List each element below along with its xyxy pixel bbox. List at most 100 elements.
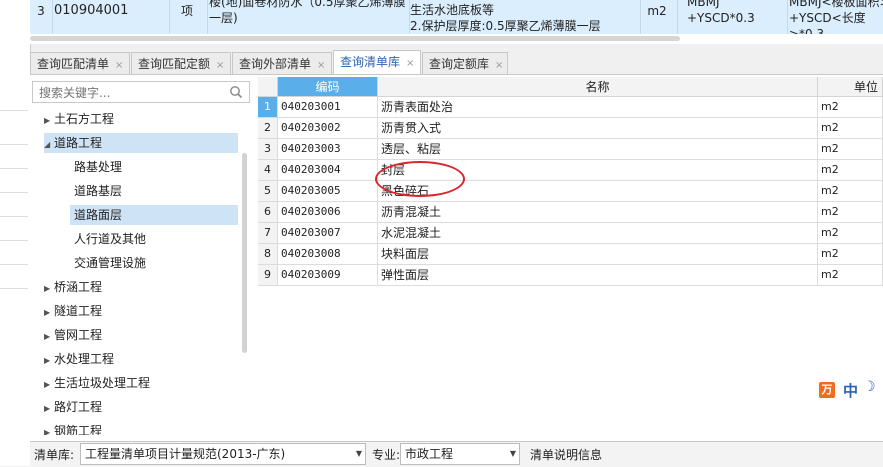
header-code[interactable]: 编码	[278, 77, 378, 97]
tree-node-subgrade[interactable]: 路基处理	[74, 157, 122, 177]
ime-logo-icon[interactable]: 万	[819, 382, 835, 398]
code-cell[interactable]: 040203009	[278, 265, 378, 286]
row-number[interactable]: 1	[258, 97, 278, 118]
tree-node-road[interactable]: ◢ 道路工程	[44, 133, 238, 153]
horizontal-scrollbar[interactable]	[30, 36, 680, 41]
name-cell[interactable]: 透层、粘层	[378, 139, 818, 160]
row-formula-line2: +YSCD*0.3	[687, 11, 755, 25]
tree-node-pipe[interactable]: ▶ 管网工程	[44, 325, 102, 345]
unit-cell[interactable]: m2	[818, 223, 883, 244]
tab-match-bill[interactable]: 查询匹配清单 ×	[30, 52, 130, 74]
search-box[interactable]	[32, 81, 250, 103]
table-row[interactable]: 2 040203002 沥青贯入式 m2	[258, 118, 883, 139]
code-cell[interactable]: 040203006	[278, 202, 378, 223]
table-row[interactable]: 1 040203001 沥青表面处治 m2	[258, 97, 883, 118]
moon-icon[interactable]: ☽	[863, 379, 876, 395]
dropdown-arrow-icon[interactable]: ▼	[510, 444, 516, 464]
tree-node-label: 桥涵工程	[54, 280, 103, 294]
tree-node-rebar[interactable]: ▶ 钢筋工程	[44, 421, 102, 435]
row-number[interactable]: 8	[258, 244, 278, 265]
expand-arrow-icon[interactable]: ▶	[44, 423, 54, 435]
row-number[interactable]: 7	[258, 223, 278, 244]
table-row[interactable]: 9 040203009 弹性面层 m2	[258, 265, 883, 286]
tree-node-label: 道路工程	[54, 136, 103, 150]
row-number[interactable]: 2	[258, 118, 278, 139]
tree-node-surface[interactable]: 道路面层	[70, 205, 238, 225]
name-cell[interactable]: 沥青贯入式	[378, 118, 818, 139]
tree-node-base[interactable]: 道路基层	[74, 181, 122, 201]
unit-cell[interactable]: m2	[818, 97, 883, 118]
row-number[interactable]: 6	[258, 202, 278, 223]
code-cell[interactable]: 040203002	[278, 118, 378, 139]
upper-table-row[interactable]: 3 010904001 项 楼(地)面卷材防水（0.5厚聚乙烯薄膜 一层) 生活…	[30, 0, 883, 34]
name-cell[interactable]: 块料面层	[378, 244, 818, 265]
tree-node-earthwork[interactable]: ▶ 土石方工程	[44, 109, 114, 129]
collapse-arrow-icon[interactable]: ◢	[44, 135, 54, 155]
expand-arrow-icon[interactable]: ▶	[44, 111, 54, 131]
tree-node-bridge[interactable]: ▶ 桥涵工程	[44, 277, 102, 297]
expand-arrow-icon[interactable]: ▶	[44, 351, 54, 371]
dropdown-arrow-icon[interactable]: ▼	[356, 444, 362, 464]
row-feature: 生活水池底板等 2.保护层厚度:0.5厚聚乙烯薄膜一层	[407, 0, 641, 34]
tree-node-traffic[interactable]: 交通管理设施	[74, 253, 146, 273]
search-icon[interactable]	[229, 85, 243, 99]
table-row[interactable]: 7 040203007 水泥混凝土 m2	[258, 223, 883, 244]
table-row[interactable]: 4 040203004 封层 m2	[258, 160, 883, 181]
tab-quota-library[interactable]: 查询定额库 ×	[422, 52, 508, 74]
divider	[0, 110, 28, 111]
unit-cell[interactable]: m2	[818, 202, 883, 223]
table-row[interactable]: 5 040203005 黑色碎石 m2	[258, 181, 883, 202]
name-cell[interactable]: 弹性面层	[378, 265, 818, 286]
row-index: 3	[30, 0, 53, 34]
bill-info-label[interactable]: 清单说明信息	[530, 446, 602, 463]
expand-arrow-icon[interactable]: ▶	[44, 327, 54, 347]
row-number[interactable]: 3	[258, 139, 278, 160]
expand-arrow-icon[interactable]: ▶	[44, 375, 54, 395]
row-number[interactable]: 9	[258, 265, 278, 286]
tab-bar: 查询匹配清单 × 查询匹配定额 × 查询外部清单 × 查询清单库 × 查询定额库 ×	[30, 50, 883, 74]
tree-scrollbar[interactable]	[242, 153, 247, 353]
unit-cell[interactable]: m2	[818, 265, 883, 286]
row-name-line2: 一层)	[209, 11, 238, 25]
code-cell[interactable]: 040203004	[278, 160, 378, 181]
tree-node-waste[interactable]: ▶ 生活垃圾处理工程	[44, 373, 150, 393]
tab-match-quota[interactable]: 查询匹配定额 ×	[131, 52, 231, 74]
header-unit[interactable]: 单位	[818, 77, 883, 97]
table-row[interactable]: 3 040203003 透层、粘层 m2	[258, 139, 883, 160]
search-input[interactable]	[37, 83, 221, 103]
name-cell[interactable]: 水泥混凝土	[378, 223, 818, 244]
expand-arrow-icon[interactable]: ▶	[44, 303, 54, 323]
code-cell[interactable]: 040203001	[278, 97, 378, 118]
code-cell[interactable]: 040203005	[278, 181, 378, 202]
row-number[interactable]: 5	[258, 181, 278, 202]
tree-node-sidewalk[interactable]: 人行道及其他	[74, 229, 146, 249]
close-icon[interactable]: ×	[406, 53, 414, 75]
code-cell[interactable]: 040203008	[278, 244, 378, 265]
code-cell[interactable]: 040203007	[278, 223, 378, 244]
code-cell[interactable]: 040203003	[278, 139, 378, 160]
library-select[interactable]: 工程量清单项目计量规范(2013-广东) ▼	[80, 443, 366, 465]
name-cell[interactable]: 沥青混凝土	[378, 202, 818, 223]
expand-arrow-icon[interactable]: ▶	[44, 399, 54, 419]
row-feature-line1: 生活水池底板等	[410, 3, 495, 17]
unit-cell[interactable]: m2	[818, 160, 883, 181]
table-row[interactable]: 6 040203006 沥青混凝土 m2	[258, 202, 883, 223]
unit-cell[interactable]: m2	[818, 118, 883, 139]
expand-arrow-icon[interactable]: ▶	[44, 279, 54, 299]
name-cell[interactable]: 沥青表面处治	[378, 97, 818, 118]
tree-node-water[interactable]: ▶ 水处理工程	[44, 349, 114, 369]
row-formula: MBMJ +YSCD*0.3	[677, 0, 788, 34]
tree-node-tunnel[interactable]: ▶ 隧道工程	[44, 301, 102, 321]
row-number[interactable]: 4	[258, 160, 278, 181]
unit-cell[interactable]: m2	[818, 139, 883, 160]
specialty-select[interactable]: 市政工程 ▼	[400, 443, 520, 465]
header-name[interactable]: 名称	[378, 77, 818, 97]
ime-mode-indicator[interactable]: 中	[843, 380, 858, 401]
table-row[interactable]: 8 040203008 块料面层 m2	[258, 244, 883, 265]
ime-toolbar[interactable]: 万 中 ☽	[817, 379, 883, 401]
unit-cell[interactable]: m2	[818, 244, 883, 265]
tree-node-lighting[interactable]: ▶ 路灯工程	[44, 397, 102, 417]
tab-external-bill[interactable]: 查询外部清单 ×	[232, 52, 332, 74]
tab-bill-library[interactable]: 查询清单库 ×	[333, 50, 421, 74]
unit-cell[interactable]: m2	[818, 181, 883, 202]
